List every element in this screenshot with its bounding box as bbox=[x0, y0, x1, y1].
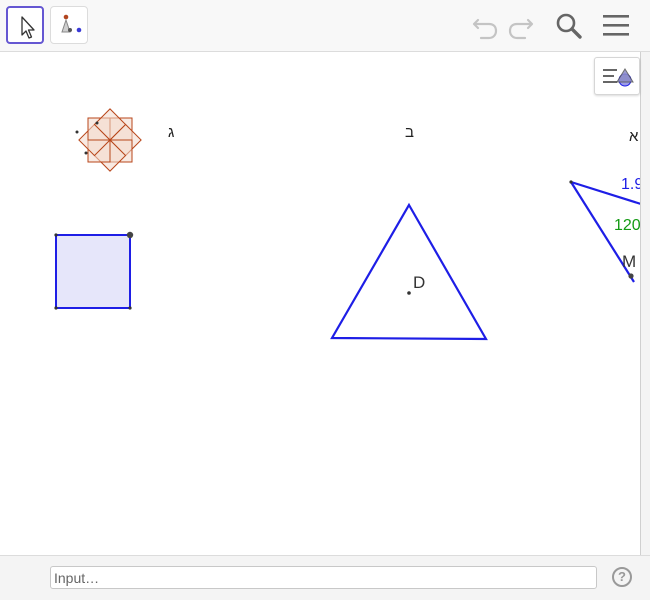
undo-button[interactable] bbox=[467, 8, 503, 44]
flower-vertex[interactable] bbox=[95, 121, 99, 125]
undo-icon bbox=[472, 18, 498, 40]
hamburger-menu-icon bbox=[603, 15, 629, 36]
square-vertex[interactable] bbox=[54, 233, 58, 237]
point-d-label: D bbox=[413, 273, 426, 292]
graphics-style-bar-icon bbox=[603, 68, 634, 87]
point-d-marker[interactable] bbox=[407, 291, 411, 295]
menu-button[interactable] bbox=[598, 8, 634, 44]
style-bar-toggle-button[interactable] bbox=[594, 57, 640, 95]
square-vertex[interactable] bbox=[54, 306, 58, 310]
points-icon bbox=[61, 14, 82, 33]
square-control-point[interactable] bbox=[126, 231, 134, 239]
redo-icon bbox=[508, 18, 534, 40]
graphics-view[interactable]: ג ב א D 1.9 120 M bbox=[0, 52, 650, 555]
flower-vertex[interactable] bbox=[84, 151, 88, 155]
search-icon bbox=[556, 13, 582, 39]
equilateral-triangle[interactable] bbox=[330, 202, 488, 341]
help-icon[interactable]: ? bbox=[612, 567, 632, 587]
redo-button[interactable] bbox=[503, 8, 539, 44]
point-m-label: M bbox=[622, 252, 637, 271]
geometry-canvas[interactable] bbox=[0, 52, 650, 555]
algebra-input-field[interactable] bbox=[50, 566, 597, 589]
toolbar bbox=[0, 0, 650, 52]
label-gimel: ג bbox=[168, 124, 175, 141]
flower-vertex[interactable] bbox=[75, 130, 79, 134]
search-button[interactable] bbox=[551, 8, 587, 44]
square-polygon[interactable] bbox=[54, 231, 134, 310]
point-m-marker[interactable] bbox=[628, 273, 634, 279]
point-tool-button[interactable] bbox=[50, 6, 88, 44]
move-tool-button[interactable] bbox=[6, 6, 44, 44]
label-bet: ב bbox=[405, 124, 414, 141]
green-value-label: 120 bbox=[614, 217, 641, 234]
vertex-marker[interactable] bbox=[569, 180, 573, 184]
rotated-squares-figure[interactable] bbox=[75, 108, 142, 172]
arrow-cursor-icon bbox=[21, 16, 35, 39]
label-alef: א bbox=[629, 128, 639, 145]
input-bar: ? bbox=[0, 555, 650, 600]
view-divider bbox=[640, 52, 650, 555]
square-vertex[interactable] bbox=[128, 306, 132, 310]
